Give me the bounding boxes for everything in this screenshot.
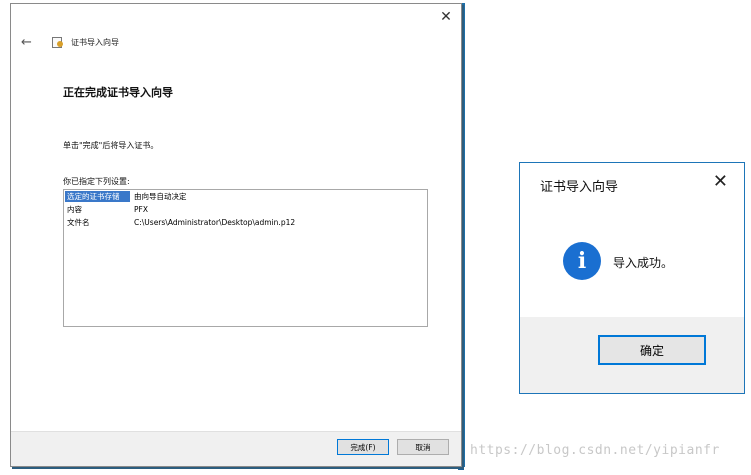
dialog-title: 证书导入向导 xyxy=(540,180,619,195)
instruction-text: 单击"完成"后将导入证书。 xyxy=(63,141,159,150)
back-arrow-icon[interactable]: ← xyxy=(21,35,35,50)
import-success-dialog: 证书导入向导 ✕ i 导入成功。 确定 xyxy=(519,162,745,394)
setting-value: C:\Users\Administrator\Desktop\admin.p12 xyxy=(134,218,296,227)
ok-button[interactable]: 确定 xyxy=(598,335,706,365)
certificate-icon xyxy=(51,36,65,48)
wizard-footer: 完成(F) 取消 xyxy=(11,431,461,466)
settings-row[interactable]: 选定的证书存储 由向导自动决定 xyxy=(64,190,427,203)
certificate-import-wizard-window: ✕ ← 证书导入向导 正在完成证书导入向导 单击"完成"后将导入证书。 你已指定… xyxy=(10,3,462,467)
setting-name: 选定的证书存储 xyxy=(65,191,130,202)
close-icon[interactable]: ✕ xyxy=(713,173,728,191)
settings-row[interactable]: 内容 PFX xyxy=(64,203,427,216)
settings-list[interactable]: 选定的证书存储 由向导自动决定 内容 PFX 文件名 C:\Users\Admi… xyxy=(63,189,428,327)
page-heading: 正在完成证书导入向导 xyxy=(63,86,173,99)
watermark: https://blog.csdn.net/yipianfr xyxy=(470,443,720,458)
wizard-title: 证书导入向导 xyxy=(71,37,119,47)
dialog-message: 导入成功。 xyxy=(613,256,674,270)
setting-name: 内容 xyxy=(67,205,82,214)
settings-label: 你已指定下列设置: xyxy=(63,177,130,186)
settings-row[interactable]: 文件名 C:\Users\Administrator\Desktop\admin… xyxy=(64,216,427,229)
cancel-button[interactable]: 取消 xyxy=(397,439,449,455)
dialog-footer: 确定 xyxy=(520,317,744,393)
info-icon: i xyxy=(563,242,601,280)
wizard-nav-bar: ← 证书导入向导 xyxy=(21,34,119,50)
setting-value: PFX xyxy=(134,205,148,214)
setting-value: 由向导自动决定 xyxy=(134,192,187,201)
close-icon[interactable]: ✕ xyxy=(439,10,453,24)
finish-button[interactable]: 完成(F) xyxy=(337,439,389,455)
setting-name: 文件名 xyxy=(67,218,90,227)
